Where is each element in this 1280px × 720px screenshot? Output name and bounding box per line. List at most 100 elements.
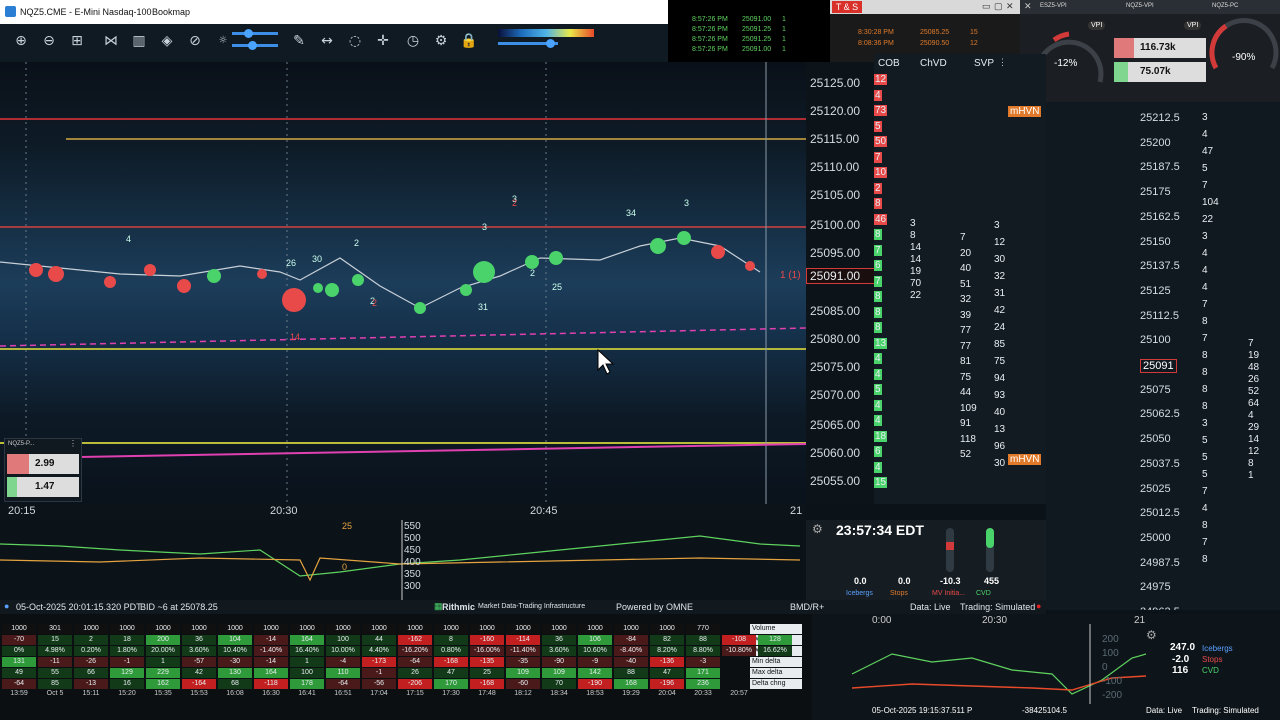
- mini-pressure-widget: NQZ5-P... ⋮ 2.99 1.47: [4, 438, 82, 502]
- trade-bubble: [677, 231, 691, 245]
- r2-price-label: 24975: [1140, 581, 1171, 594]
- stats-cell: 85: [38, 679, 72, 689]
- stats-time-label: 16:30: [262, 690, 280, 697]
- stats-time-label: 15:35: [154, 690, 172, 697]
- settings-icon[interactable]: ⚙: [1146, 628, 1157, 642]
- cvd-line: [0, 535, 801, 577]
- stats-cell: 42: [182, 668, 216, 678]
- stats-cell: 20.00%: [146, 646, 180, 656]
- r2-price-label: 25125: [1140, 284, 1171, 297]
- lock-icon[interactable]: 🔒: [460, 32, 478, 50]
- col-header-chvd: ChVD: [920, 58, 947, 69]
- icebergs-value: 247.0: [1170, 642, 1196, 653]
- chart-icon[interactable]: ▥: [130, 32, 148, 50]
- heatmap-chart[interactable]: 4 2 26 30 3 2 25 31 34 3 3 2 2 14 2 NQZ5-P... ⋮ 2.99 1…: [0, 62, 806, 504]
- r2-price-label: 25075: [1140, 383, 1171, 396]
- info-icon: ●: [4, 601, 10, 611]
- symbol-title: NQZ5.CME - E-Mini Nasdaq-100: [20, 7, 152, 17]
- app-name: Bookmap: [152, 7, 191, 17]
- stats-time-label: 18:12: [514, 690, 532, 697]
- bubble-label: 25: [552, 282, 562, 292]
- r2-cob-value: 7: [1202, 537, 1208, 548]
- stats-cell: -1.40%: [254, 646, 288, 656]
- status-bar: ● 05-Oct-2025 20:01:15.320 PDT BID ~6 at…: [0, 600, 1046, 614]
- zoom-in-icon[interactable]: ⊕: [12, 32, 30, 50]
- settings-icon[interactable]: ⚙: [812, 522, 823, 536]
- cob-value: 10: [874, 167, 888, 178]
- tas-time: 8:57:26 PM: [692, 16, 728, 23]
- secondary-chart[interactable]: COBSVP25212.52520025187.52517525162.5251…: [1046, 102, 1280, 610]
- stats-cell: 1000: [182, 624, 216, 634]
- gauge-left-title: ESZ5-VPI: [1040, 3, 1067, 9]
- stop-label: 2: [372, 298, 377, 308]
- comment-icon[interactable]: ◌: [346, 32, 364, 50]
- rithmic-label: Rithmic: [442, 602, 476, 612]
- r2-price-label: 25062.5: [1140, 408, 1180, 421]
- crosshair-icon[interactable]: ✛: [374, 32, 392, 50]
- more-options-icon[interactable]: ⋮: [69, 439, 77, 448]
- r2-price-label: 25112.5: [1140, 309, 1179, 322]
- svp-left-value: 118: [960, 433, 976, 445]
- link-icon[interactable]: ⊘: [186, 32, 204, 50]
- price-axis[interactable]: 25125.00 25120.00 25115.00 25110.00 25105.00…: [806, 62, 876, 504]
- close-icon[interactable]: ✕: [1006, 1, 1014, 12]
- stats-cell: 129: [110, 668, 144, 678]
- ts-row-price: 25090.50: [920, 40, 950, 47]
- cvd-indicator[interactable]: 25 0 550 500 450 400 350 300: [0, 520, 806, 600]
- trade-bubble: [414, 302, 426, 314]
- zoom-out-icon[interactable]: ⊖: [40, 32, 58, 50]
- trade-bubble: [745, 261, 755, 271]
- timer-icon[interactable]: ◷: [404, 32, 422, 50]
- mid-buy-value: 75.07k: [1140, 66, 1171, 77]
- r2-svp-value: 1: [1248, 470, 1254, 481]
- stats-cell: 170: [434, 679, 468, 689]
- stats-cell: 36: [542, 635, 576, 645]
- contrast-icon[interactable]: ☼: [214, 32, 232, 50]
- r2-cob-value: 4: [1202, 129, 1208, 140]
- r2-cob-value: 8: [1202, 520, 1208, 531]
- bubble-label: 30: [312, 254, 322, 264]
- indicators-icon[interactable]: ⚙: [432, 32, 450, 50]
- stats-cell: 109: [542, 668, 576, 678]
- col-header-svp: SVP: [974, 58, 995, 69]
- heatmap-range-handle[interactable]: [546, 39, 555, 48]
- tas-size: 1: [782, 36, 786, 43]
- trade-bubble: [352, 274, 364, 286]
- svp-left-value: 109: [960, 402, 977, 414]
- stats-cell: -64: [326, 679, 360, 689]
- stats-cell: 82: [650, 635, 684, 645]
- mini-data-status: Data: Live: [1146, 706, 1183, 715]
- bubble-label: 31: [478, 302, 488, 312]
- record-icon[interactable]: ●: [1036, 601, 1041, 611]
- chvd-value: 14: [910, 254, 922, 265]
- layers-icon[interactable]: ◈: [158, 32, 176, 50]
- right-stats-widget: ⚙ 247.0 -2.0 116 Icebergs Stops CVD Data…: [1146, 614, 1280, 720]
- cob-value: 18: [874, 430, 888, 442]
- time-label: 21: [790, 505, 803, 517]
- rithmic-sub: Market Data-Trading Infrastructure: [478, 603, 586, 610]
- svp-menu-icon[interactable]: ⋮: [998, 57, 1007, 68]
- stats-cell: 229: [146, 668, 180, 678]
- mini-cvd-chart[interactable]: 0:00 20:30 21 200 100 0 -100 -200 05-Oct-202…: [812, 614, 1146, 720]
- cob-value: 7: [874, 244, 882, 256]
- share-icon[interactable]: ⋈: [102, 32, 120, 50]
- cob-value: 4: [874, 415, 882, 426]
- trade-bubble: [207, 269, 221, 283]
- measure-icon[interactable]: ↔: [318, 32, 336, 50]
- cob-value: 5: [874, 384, 882, 395]
- close-icon[interactable]: ✕: [1024, 1, 1032, 12]
- brightness-slider-handle[interactable]: [248, 41, 257, 50]
- maximize-icon[interactable]: ▢: [994, 1, 1003, 12]
- svp-right-value: 85: [994, 339, 1006, 350]
- pencil-icon[interactable]: ✎: [290, 32, 308, 50]
- trade-bubble: [525, 255, 539, 269]
- contrast-slider[interactable]: [232, 32, 278, 35]
- gauges-panel: ✕ ESZ5-VPI VPI -12% NQZ5-VPI VPI 116.73k…: [1020, 0, 1280, 102]
- heatmap-color-scale[interactable]: [498, 29, 594, 37]
- bubble-label: 2: [354, 238, 359, 248]
- zoom-fit-icon[interactable]: ⊞: [68, 32, 86, 50]
- minimize-icon[interactable]: ▭: [982, 1, 991, 12]
- stats-cell: 8.80%: [686, 646, 720, 656]
- contrast-slider-handle[interactable]: [244, 29, 253, 38]
- stats-time-label: 17:48: [478, 690, 496, 697]
